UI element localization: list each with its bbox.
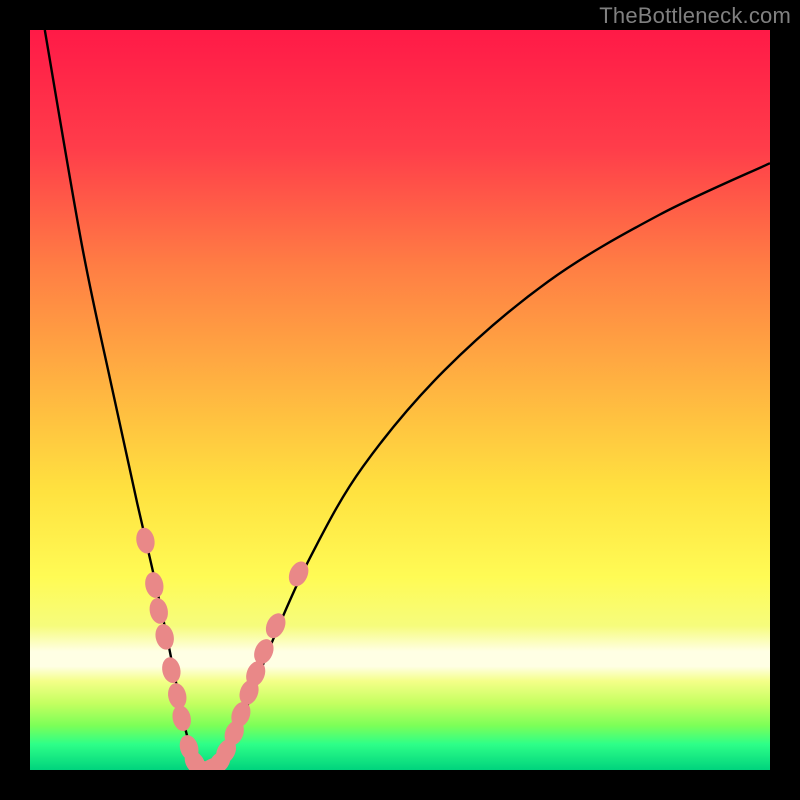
bottleneck-curve bbox=[45, 30, 770, 770]
chart-frame: TheBottleneck.com bbox=[0, 0, 800, 800]
plot-area bbox=[30, 30, 770, 770]
curve-markers bbox=[134, 526, 312, 770]
watermark-text: TheBottleneck.com bbox=[599, 3, 791, 29]
chart-svg bbox=[30, 30, 770, 770]
